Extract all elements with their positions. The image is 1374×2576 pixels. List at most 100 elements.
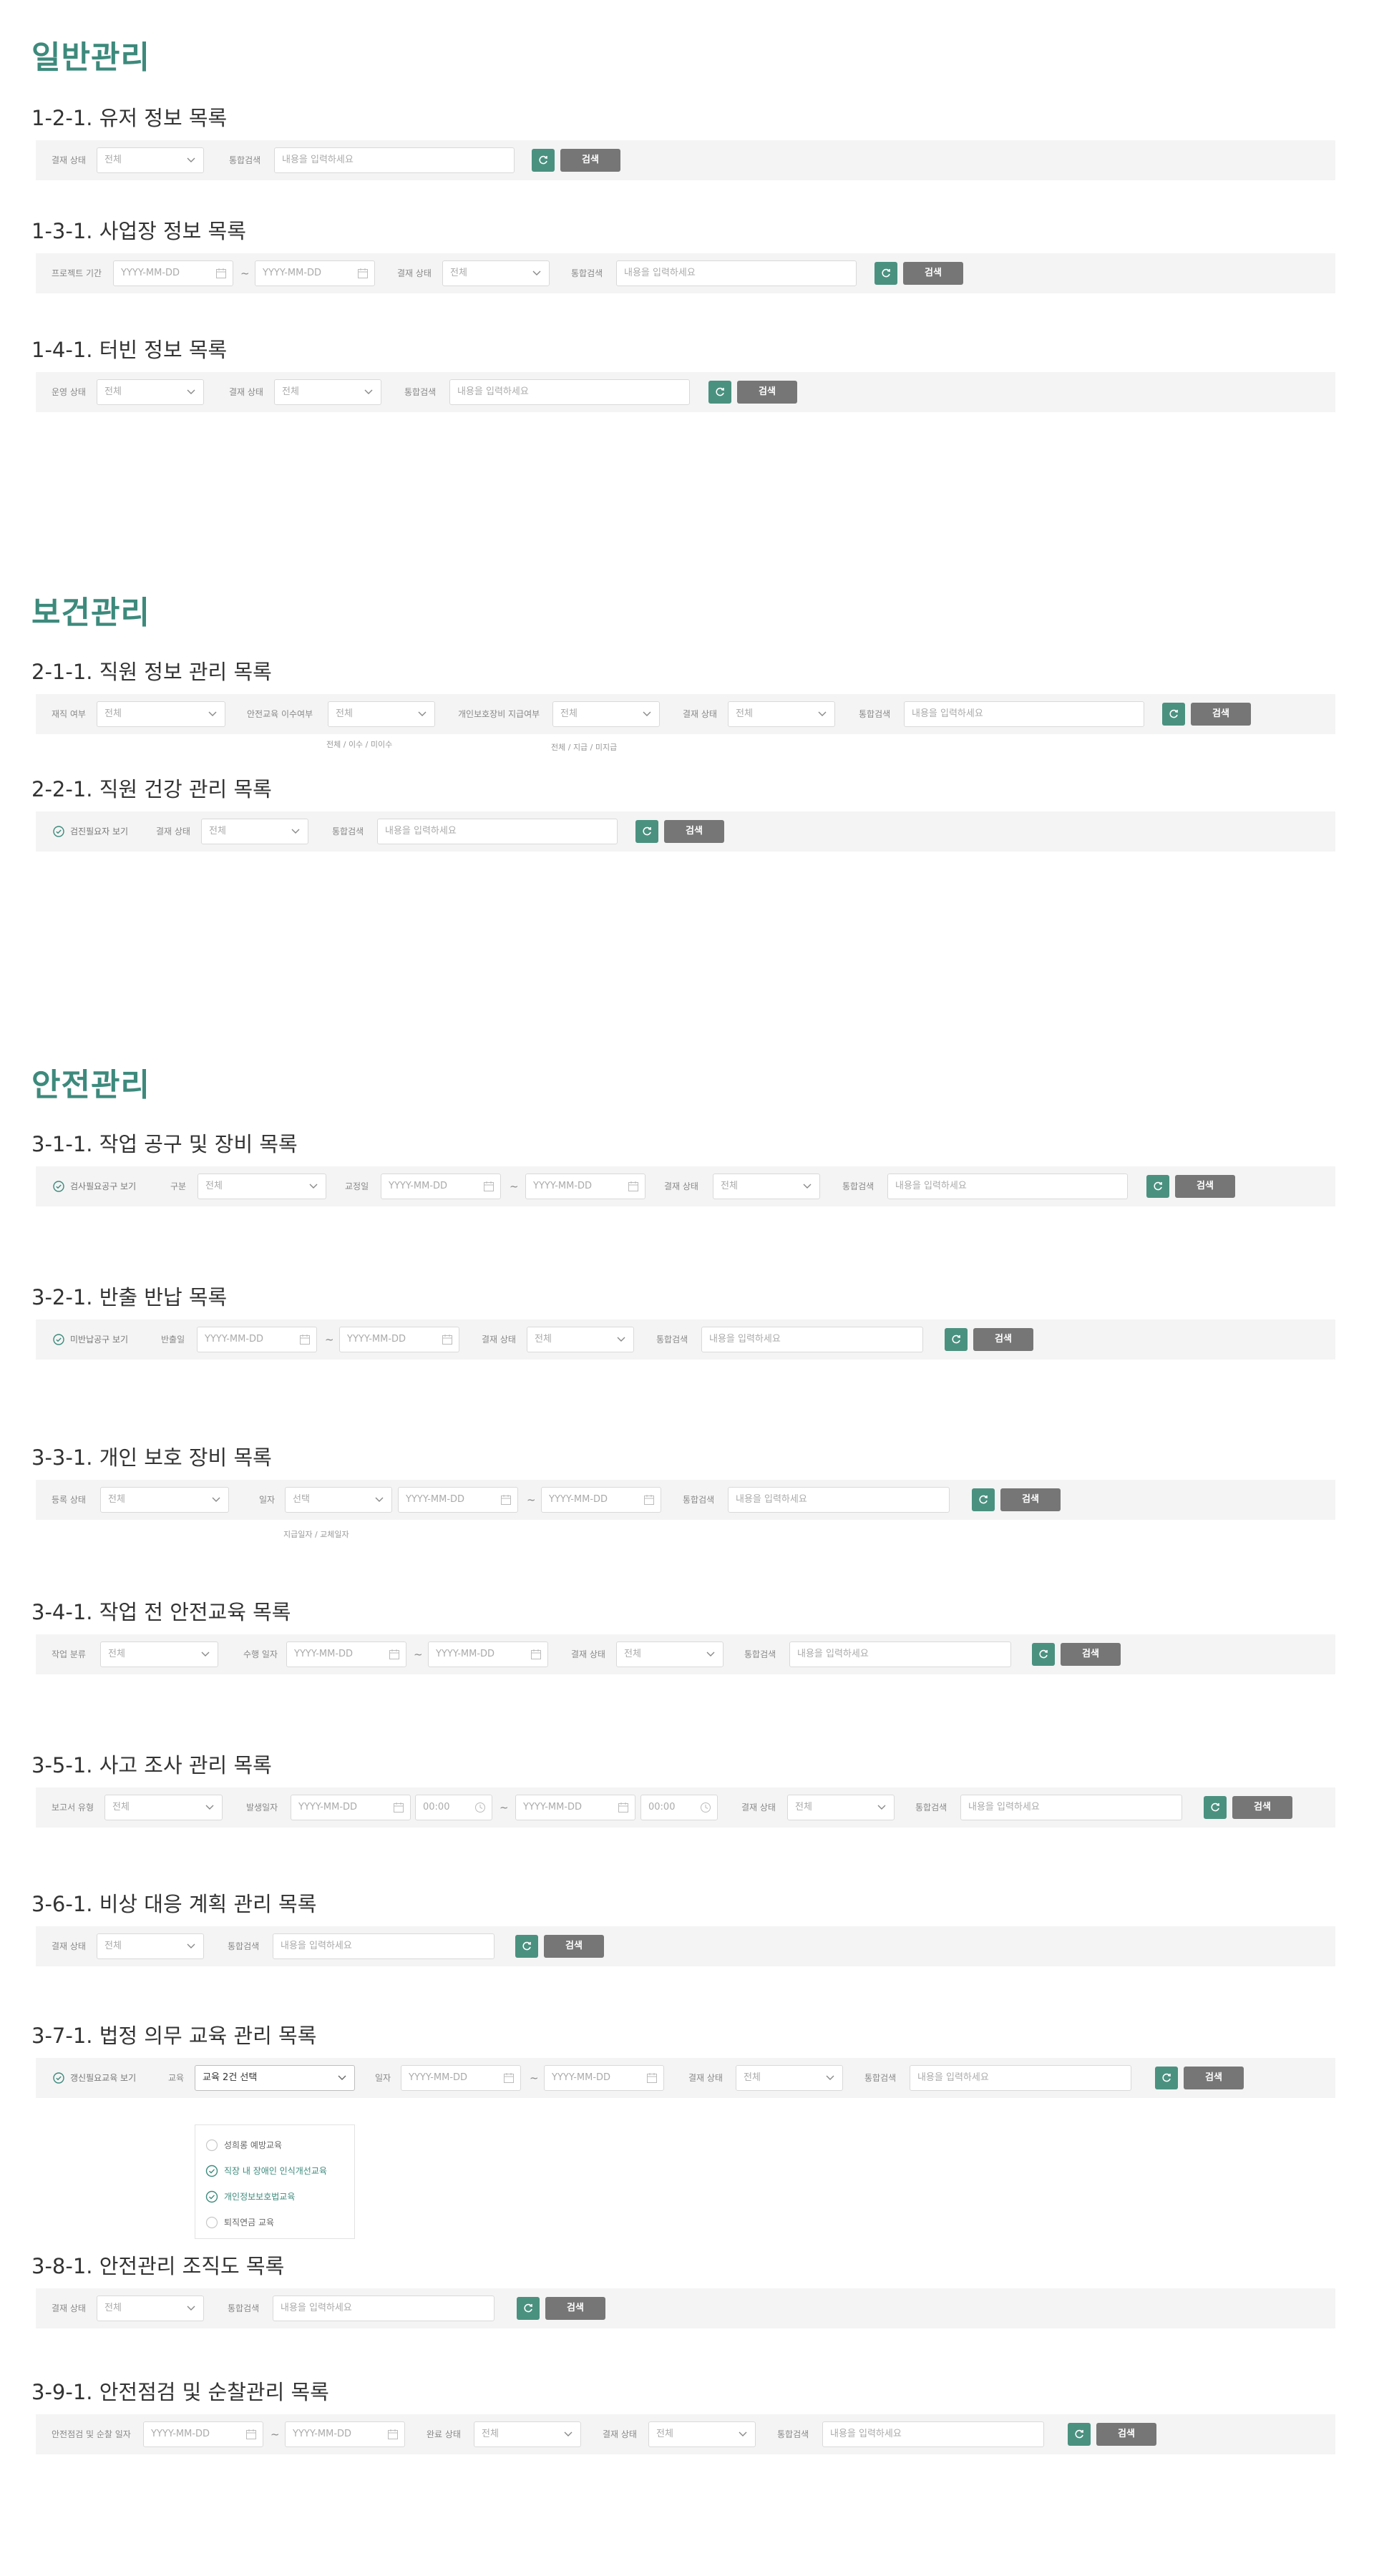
search-input[interactable]: 내용을 입력하세요 [910,2065,1131,2091]
search-button[interactable]: 검색 [545,2297,605,2320]
start-date-input[interactable]: YYYY-MM-DD [291,1795,411,1820]
search-input[interactable]: 내용을 입력하세요 [273,1933,494,1959]
start-date-input[interactable]: YYYY-MM-DD [381,1174,501,1199]
search-button[interactable]: 검색 [1000,1488,1061,1511]
employment-select[interactable]: 전체 [97,701,225,727]
start-date-input[interactable]: YYYY-MM-DD [197,1327,317,1352]
refresh-button[interactable] [1068,2423,1091,2446]
search-input[interactable]: 내용을 입력하세요 [273,2296,494,2321]
approval-status-select[interactable]: 전체 [736,2065,843,2091]
approval-status-select[interactable]: 전체 [527,1327,634,1352]
approval-status-select[interactable]: 전체 [97,1933,204,1959]
search-input[interactable]: 내용을 입력하세요 [728,1487,950,1513]
approval-status-select[interactable]: 전체 [442,260,550,286]
safety-edu-hint: 전체 / 이수 / 미이수 [326,740,393,749]
search-button[interactable]: 검색 [973,1328,1033,1351]
refresh-button[interactable] [517,2297,540,2320]
refresh-button[interactable] [515,1935,538,1958]
radio-empty-icon [205,2139,218,2152]
refresh-button[interactable] [1162,703,1185,726]
start-date-input[interactable]: YYYY-MM-DD [113,260,233,286]
reg-status-select[interactable]: 전체 [100,1487,229,1513]
search-button[interactable]: 검색 [544,1935,604,1958]
renewal-needed-checkbox[interactable]: 갱신필요교육 보기 [53,2065,136,2091]
search-button[interactable]: 검색 [1232,1796,1292,1819]
date-range-separator: ~ [500,1801,509,1814]
chevron-down-icon [818,711,827,716]
search-button[interactable]: 검색 [1191,703,1251,726]
report-type-select[interactable]: 전체 [104,1795,223,1820]
start-date-input[interactable]: YYYY-MM-DD [286,1641,406,1667]
approval-status-select[interactable]: 전체 [648,2421,756,2447]
date-type-select[interactable]: 선택 [285,1487,392,1513]
refresh-button[interactable] [972,1488,995,1511]
start-date-input[interactable]: YYYY-MM-DD [143,2421,263,2447]
approval-status-select[interactable]: 전체 [97,2296,204,2321]
refresh-button[interactable] [708,381,731,404]
approval-status-select[interactable]: 전체 [97,147,204,173]
end-date-input[interactable]: YYYY-MM-DD [525,1174,645,1199]
search-button[interactable]: 검색 [737,381,797,404]
start-date-input[interactable]: YYYY-MM-DD [398,1487,518,1513]
refresh-button[interactable] [1204,1796,1227,1819]
refresh-button[interactable] [1155,2067,1178,2089]
edu-option-1[interactable]: 성희롱 예방교육 [205,2138,282,2152]
search-button[interactable]: 검색 [664,820,724,843]
refresh-button[interactable] [532,149,555,172]
edu-multiselect[interactable]: 교육 2건 선택 [195,2065,355,2091]
approval-status-select[interactable]: 전체 [728,701,835,727]
ppe-supply-select[interactable]: 전체 [552,701,660,727]
edu-option-2[interactable]: 직장 내 장애인 인식개선교육 [205,2164,327,2178]
end-date-input[interactable]: YYYY-MM-DD [541,1487,661,1513]
category-select[interactable]: 전체 [198,1174,326,1199]
checkup-needed-checkbox[interactable]: 검진필요자 보기 [53,819,128,844]
search-button[interactable]: 검색 [1096,2423,1156,2446]
safety-edu-select[interactable]: 전체 [328,701,435,727]
end-date-input[interactable]: YYYY-MM-DD [339,1327,459,1352]
end-date-input[interactable]: YYYY-MM-DD [515,1795,635,1820]
approval-status-select[interactable]: 전체 [274,379,381,405]
work-type-select[interactable]: 전체 [100,1641,218,1667]
done-status-select[interactable]: 전체 [474,2421,581,2447]
search-input[interactable]: 내용을 입력하세요 [904,701,1144,727]
refresh-button[interactable] [874,262,897,285]
end-date-input[interactable]: YYYY-MM-DD [255,260,375,286]
end-date-input[interactable]: YYYY-MM-DD [428,1641,548,1667]
search-button[interactable]: 검색 [1175,1175,1235,1198]
search-button[interactable]: 검색 [1184,2067,1244,2089]
start-time-input[interactable]: 00:00 [415,1795,492,1820]
search-input[interactable]: 내용을 입력하세요 [822,2421,1044,2447]
inspection-needed-checkbox[interactable]: 검사필요공구 보기 [53,1174,136,1199]
end-date-input[interactable]: YYYY-MM-DD [544,2065,664,2091]
search-input[interactable]: 내용을 입력하세요 [377,819,618,844]
edu-option-4[interactable]: 퇴직연금 교육 [205,2215,274,2230]
search-input[interactable]: 내용을 입력하세요 [274,147,515,173]
search-input[interactable]: 내용을 입력하세요 [701,1327,923,1352]
refresh-button[interactable] [1146,1175,1169,1198]
search-input[interactable]: 내용을 입력하세요 [789,1641,1011,1667]
approval-status-select[interactable]: 전체 [713,1174,820,1199]
end-date-input[interactable]: YYYY-MM-DD [285,2421,405,2447]
operation-status-select[interactable]: 전체 [97,379,204,405]
calendar-icon [618,1802,628,1813]
approval-status-select[interactable]: 전체 [616,1641,723,1667]
refresh-button[interactable] [1032,1643,1055,1666]
search-input[interactable]: 내용을 입력하세요 [960,1795,1182,1820]
refresh-button[interactable] [945,1328,968,1351]
search-button[interactable]: 검색 [1061,1643,1121,1666]
search-button[interactable]: 검색 [903,262,963,285]
approval-status-select[interactable]: 전체 [201,819,308,844]
label-approval-status: 결재 상태 [482,1335,516,1345]
refresh-button[interactable] [635,820,658,843]
approval-status-select[interactable]: 전체 [787,1795,895,1820]
start-date-input[interactable]: YYYY-MM-DD [401,2065,521,2091]
search-button[interactable]: 검색 [560,149,620,172]
search-input[interactable]: 내용을 입력하세요 [449,379,690,405]
search-input[interactable]: 내용을 입력하세요 [887,1174,1128,1199]
search-input[interactable]: 내용을 입력하세요 [616,260,857,286]
calendar-icon [484,1181,494,1191]
end-time-input[interactable]: 00:00 [640,1795,718,1820]
label-total-search: 통합검색 [332,826,364,836]
edu-option-3[interactable]: 개인정보보호법교육 [205,2190,295,2204]
unreturned-checkbox[interactable]: 미반납공구 보기 [53,1327,128,1352]
